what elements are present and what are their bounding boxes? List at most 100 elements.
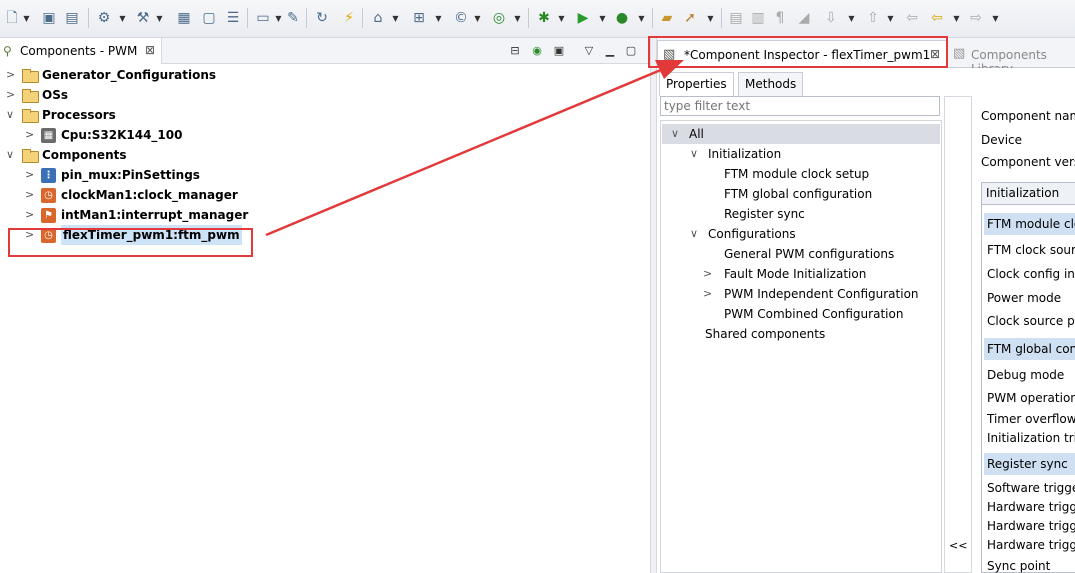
settings-icon[interactable]: ⚙ bbox=[95, 9, 113, 27]
tab-methods[interactable]: Methods bbox=[738, 72, 804, 96]
forward-dropdown-icon[interactable]: ▼ bbox=[991, 10, 1000, 28]
pin-settings-icon: ⋮ bbox=[41, 168, 56, 183]
debug-icon[interactable]: ✱ bbox=[535, 9, 553, 27]
new-dropdown-icon[interactable]: ▼ bbox=[22, 10, 31, 28]
show-whitespace-icon[interactable]: ¶ bbox=[771, 9, 789, 27]
next-annotation-dropdown-icon[interactable]: ▼ bbox=[847, 10, 856, 28]
monitor-icon[interactable]: ▭ bbox=[254, 9, 272, 27]
run-icon[interactable]: ▶ bbox=[574, 9, 592, 27]
back-dropdown-icon[interactable]: ▼ bbox=[952, 10, 961, 28]
next-annotation-icon[interactable]: ⇩ bbox=[822, 9, 840, 27]
folder-icon bbox=[22, 69, 39, 83]
interrupt-icon: ⚑ bbox=[41, 208, 56, 223]
lightning-icon[interactable]: ⚡ bbox=[340, 9, 358, 27]
settings-dropdown-icon[interactable]: ▼ bbox=[118, 10, 127, 28]
tab-properties[interactable]: Properties bbox=[659, 72, 734, 96]
rocket-icon[interactable]: ➚ bbox=[681, 9, 699, 27]
stack-icon[interactable]: ☰ bbox=[224, 9, 242, 27]
refresh-components-icon[interactable]: ◉ bbox=[530, 44, 544, 58]
prop-clock-source-prescaler: Clock source prescaler bbox=[987, 314, 1075, 328]
filter-input[interactable] bbox=[660, 96, 940, 116]
toolbar-separator bbox=[528, 8, 529, 28]
prop-pwm-operation-mode: PWM operation mode bbox=[987, 391, 1075, 405]
prev-annotation-dropdown-icon[interactable]: ▼ bbox=[886, 10, 895, 28]
component-version-label: Component version bbox=[981, 155, 1075, 169]
panel-splitter[interactable] bbox=[650, 38, 657, 573]
binary-icon[interactable]: ▦ bbox=[175, 9, 193, 27]
collapse-icon[interactable]: ∨ bbox=[690, 144, 702, 164]
open-folder-icon[interactable]: ▰ bbox=[658, 9, 676, 27]
prop-debug-mode: Debug mode bbox=[987, 368, 1065, 382]
prop-clock-config-index: Clock config index bbox=[987, 267, 1075, 281]
forward-icon[interactable]: ⇨ bbox=[967, 9, 985, 27]
collapse-icon[interactable]: ∨ bbox=[690, 224, 702, 244]
new-class-dropdown-icon[interactable]: ▼ bbox=[473, 10, 482, 28]
tab-initialization[interactable]: Initialization bbox=[981, 182, 1075, 204]
save-all-icon[interactable]: ▤ bbox=[63, 9, 81, 27]
annotation-icon[interactable]: ◢ bbox=[795, 9, 813, 27]
view-menu-icon[interactable]: ▽ bbox=[582, 44, 596, 58]
collapse-icon[interactable]: ∨ bbox=[6, 105, 18, 125]
cpu-chip-icon: ▦ bbox=[41, 128, 56, 143]
collapse-icon[interactable]: ∨ bbox=[671, 124, 683, 144]
inspector-tree: ∨ All ∨ Initialization FTM module clock … bbox=[660, 120, 942, 573]
folder-open-icon bbox=[22, 149, 39, 163]
components-library-tab[interactable]: ▧ Components Library bbox=[953, 40, 1075, 76]
collapse-tree-button[interactable]: << bbox=[944, 96, 972, 573]
refresh-icon[interactable]: ↻ bbox=[313, 9, 331, 27]
toolbar-separator bbox=[247, 8, 248, 28]
new-class-icon[interactable]: © bbox=[452, 9, 470, 27]
coverage-icon[interactable]: ◎ bbox=[490, 9, 508, 27]
expand-icon[interactable]: > bbox=[25, 185, 37, 205]
expand-icon[interactable]: > bbox=[703, 264, 715, 284]
device-label: Device bbox=[981, 133, 1023, 147]
save-icon[interactable]: ▣ bbox=[40, 9, 58, 27]
prop-hardware-trigger-1: Hardware trigger 1 bbox=[987, 519, 1075, 533]
new-file-icon[interactable]: ▢ bbox=[200, 9, 218, 27]
toolbar-separator bbox=[362, 8, 363, 28]
collapse-icon[interactable]: ∨ bbox=[6, 145, 18, 165]
debug-dropdown-icon[interactable]: ▼ bbox=[557, 10, 566, 28]
new-icon[interactable]: 🗋 bbox=[3, 9, 21, 27]
run-dropdown-icon[interactable]: ▼ bbox=[598, 10, 607, 28]
build-dropdown-icon[interactable]: ▼ bbox=[155, 10, 164, 28]
block-select-icon[interactable]: ▥ bbox=[749, 9, 767, 27]
components-view-header: ⚲ Components - PWM ⊠ ⊟ ◉ ▣ ▽ ▁ ▢ bbox=[0, 38, 650, 64]
annotation-box-tree-item bbox=[8, 228, 253, 257]
expand-icon[interactable]: > bbox=[25, 165, 37, 185]
components-tree: > Generator_Configurations > OSs ∨ Proce… bbox=[0, 64, 650, 573]
expand-icon[interactable]: > bbox=[703, 284, 715, 304]
initialization-tab-label: Initialization bbox=[986, 186, 1060, 200]
expand-icon[interactable]: > bbox=[6, 85, 18, 105]
expand-icon[interactable]: > bbox=[25, 125, 37, 145]
generate-code-icon[interactable]: ▣ bbox=[552, 44, 566, 58]
library-icon: ▧ bbox=[953, 46, 966, 61]
build-hammer-icon[interactable]: ⚒ bbox=[134, 9, 152, 27]
components-tab[interactable]: ⚲ Components - PWM ⊠ bbox=[0, 38, 162, 64]
rocket-dropdown-icon[interactable]: ▼ bbox=[706, 10, 715, 28]
collapse-label: << bbox=[949, 539, 968, 552]
pin-icon[interactable]: ✎ bbox=[284, 9, 302, 27]
expand-icon[interactable]: > bbox=[25, 205, 37, 225]
coverage-dropdown-icon[interactable]: ▼ bbox=[513, 10, 522, 28]
section-ftm-clock-setup: FTM module clock setup bbox=[984, 213, 1075, 235]
package-dropdown-icon[interactable]: ▼ bbox=[391, 10, 400, 28]
main-toolbar: 🗋 ▼ ▣ ▤ ⚙ ▼ ⚒ ▼ ▦ ▢ ☰ ▭ ▼ ✎ ↻ ⚡ ⌂ ▼ ⊞ ▼ … bbox=[0, 0, 1075, 38]
close-icon[interactable]: ⊠ bbox=[145, 43, 155, 57]
external-tools-icon[interactable]: ● bbox=[613, 9, 631, 27]
open-package-dropdown-icon[interactable]: ▼ bbox=[434, 10, 443, 28]
collapse-all-icon[interactable]: ⊟ bbox=[508, 44, 522, 58]
package-icon[interactable]: ⌂ bbox=[369, 9, 387, 27]
monitor-dropdown-icon[interactable]: ▼ bbox=[274, 10, 283, 28]
last-edit-icon[interactable]: ⇦ bbox=[903, 9, 921, 27]
maximize-icon[interactable]: ▢ bbox=[624, 44, 638, 58]
section-register-sync: Register sync bbox=[984, 453, 1075, 475]
expand-icon[interactable]: > bbox=[6, 65, 18, 85]
folder-icon bbox=[22, 89, 39, 103]
external-tools-dropdown-icon[interactable]: ▼ bbox=[637, 10, 646, 28]
minimize-icon[interactable]: ▁ bbox=[603, 44, 617, 58]
open-package-icon[interactable]: ⊞ bbox=[410, 9, 428, 27]
toggle-mark-icon[interactable]: ▤ bbox=[727, 9, 745, 27]
prev-annotation-icon[interactable]: ⇧ bbox=[864, 9, 882, 27]
back-icon[interactable]: ⇦ bbox=[928, 9, 946, 27]
